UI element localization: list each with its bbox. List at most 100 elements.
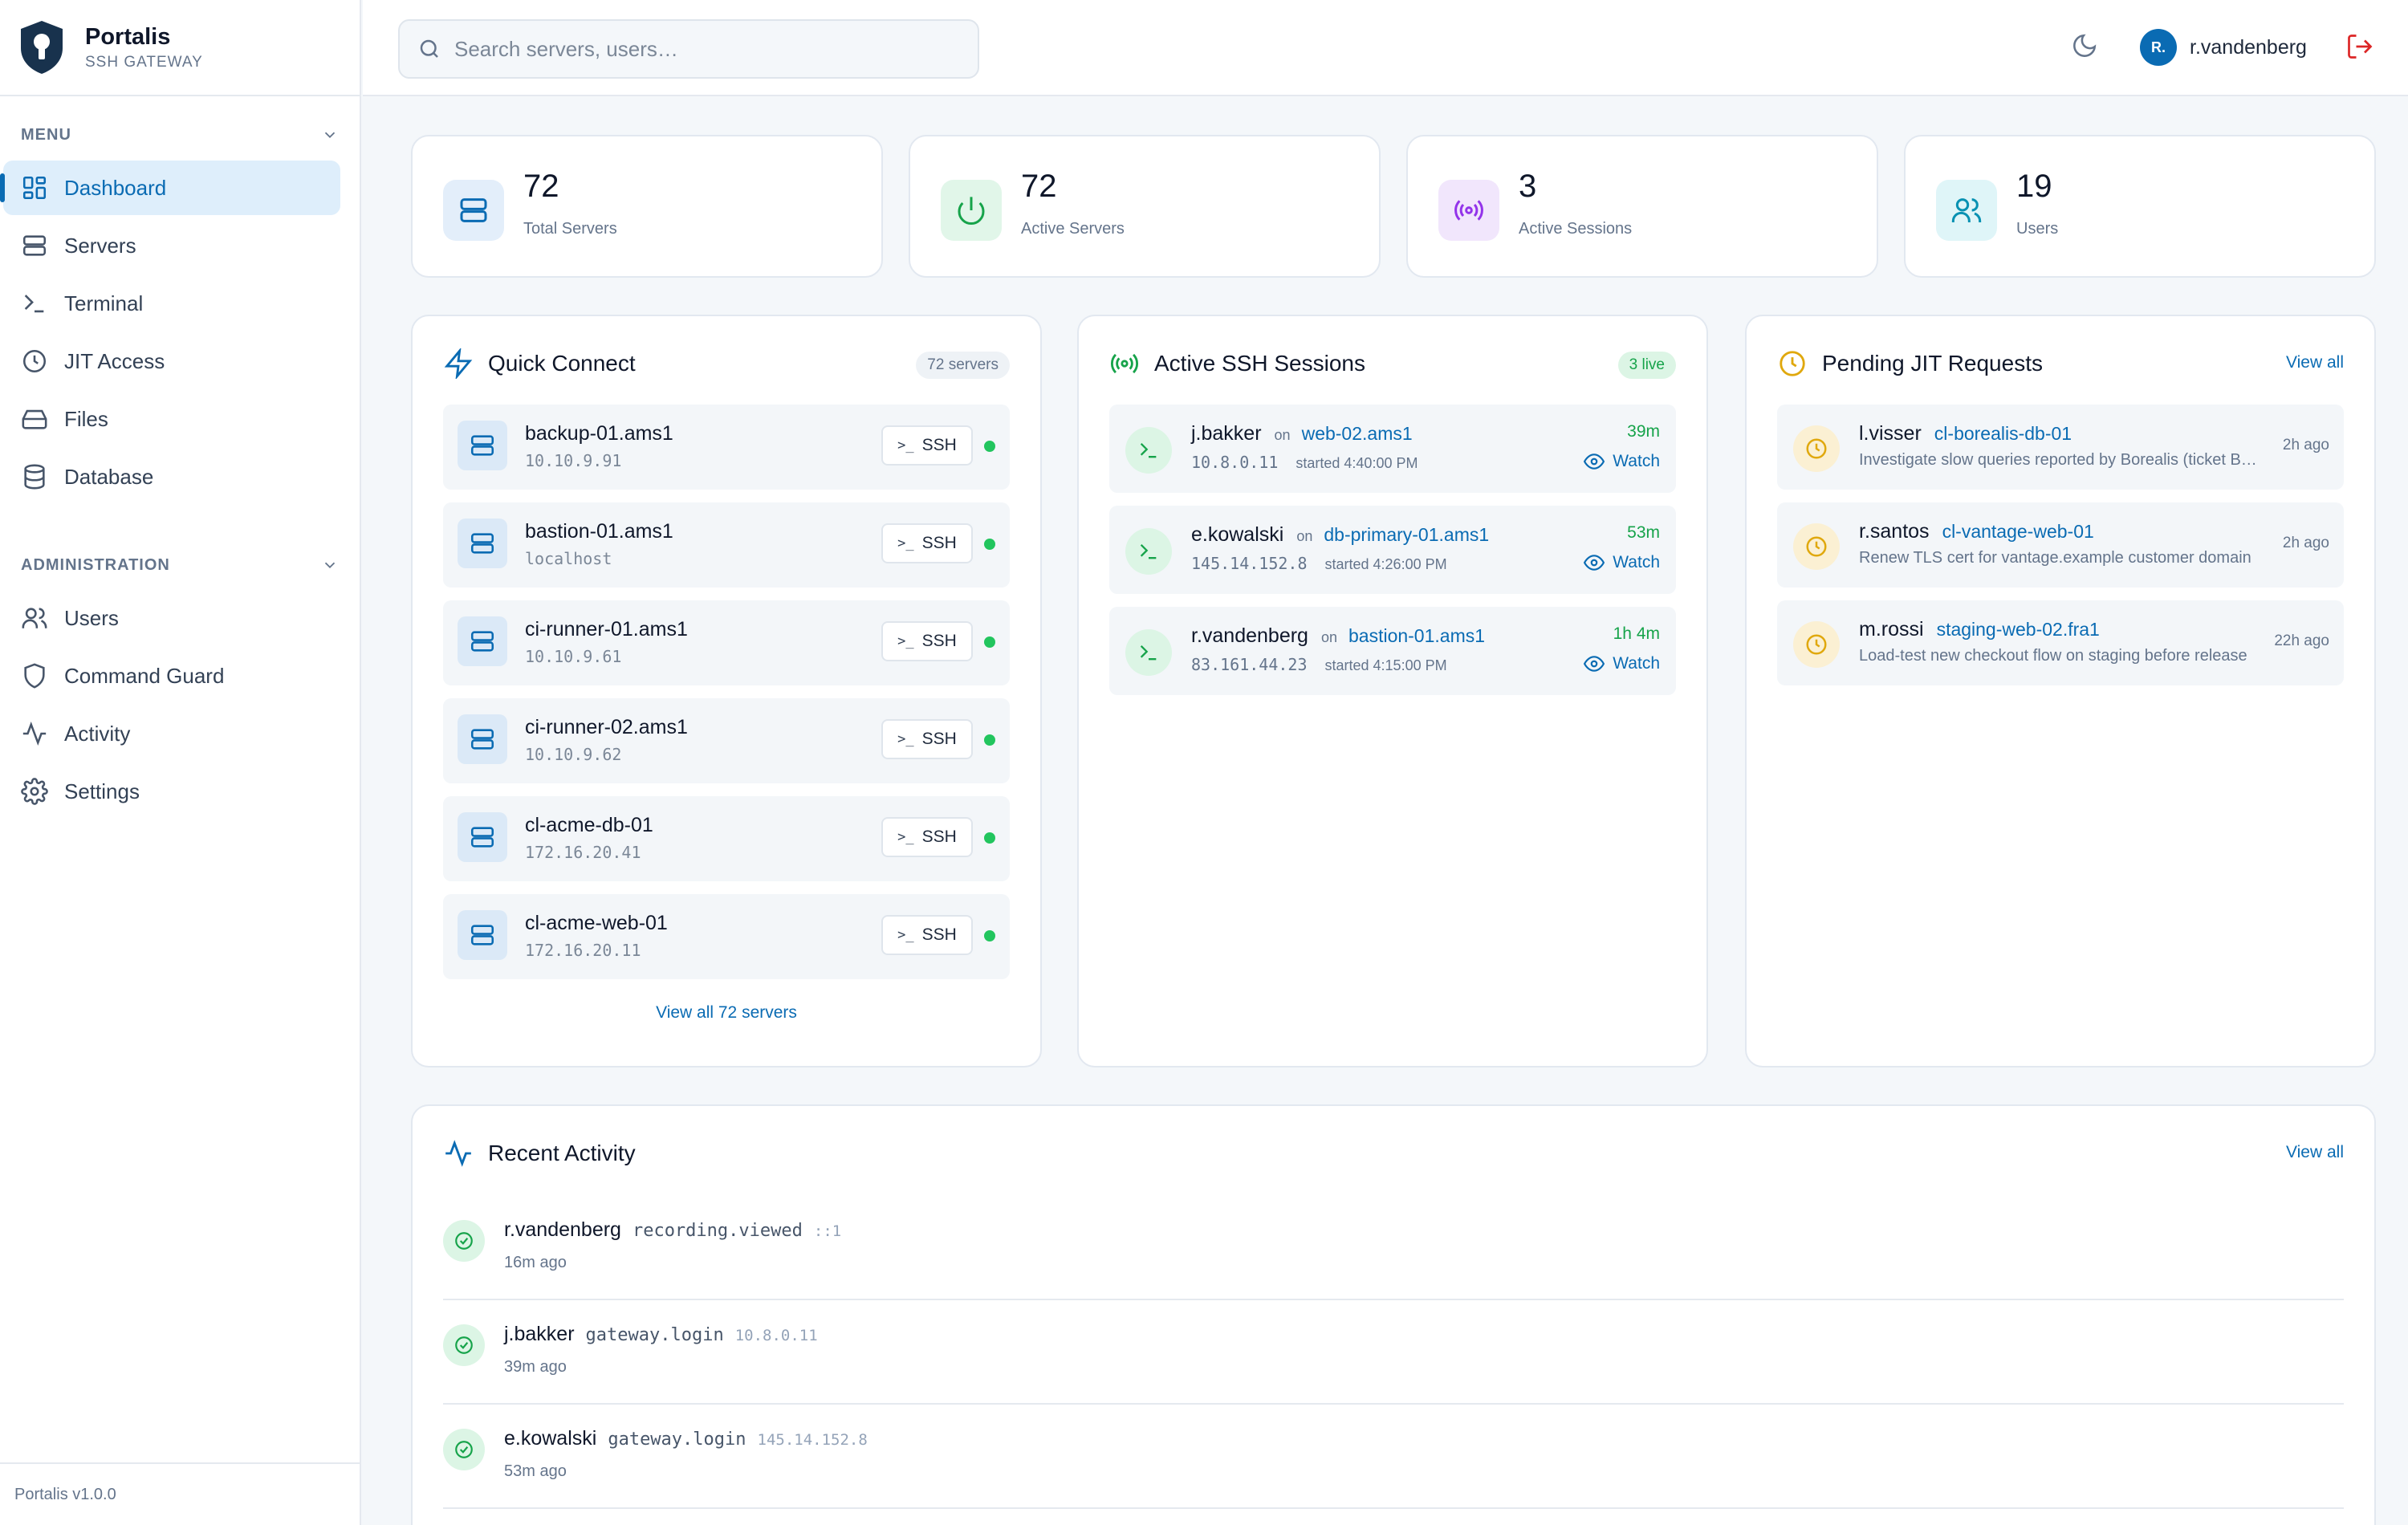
- sidebar-item-users[interactable]: Users: [3, 591, 340, 645]
- theme-toggle-button[interactable]: [2071, 32, 2103, 64]
- session-row[interactable]: r.vandenberg on bastion-01.ams1 83.161.44.…: [1109, 607, 1676, 695]
- watch-button[interactable]: Watch: [1584, 552, 1660, 573]
- activity-line: e.kowalski gateway.login 145.14.152.8: [504, 1427, 868, 1450]
- server-row[interactable]: ci-runner-01.ams1 10.10.9.61 >_ SSH: [443, 600, 1010, 685]
- server-ip: 172.16.20.11: [525, 941, 641, 960]
- view-all-servers-link[interactable]: View all 72 servers: [413, 1003, 1040, 1023]
- activity-ip: 10.8.0.11: [734, 1327, 818, 1344]
- ssh-button[interactable]: >_ SSH: [881, 915, 973, 955]
- activity-time: 53m ago: [504, 1462, 567, 1480]
- ssh-button[interactable]: >_ SSH: [881, 523, 973, 563]
- activity-icon: [22, 722, 47, 746]
- chevron-down-icon: [324, 562, 336, 569]
- menu-section-toggle[interactable]: MENU: [0, 119, 360, 151]
- server-row[interactable]: cl-acme-web-01 172.16.20.11 >_ SSH: [443, 894, 1010, 979]
- session-row[interactable]: j.bakker on web-02.ams1 10.8.0.11 started 4…: [1109, 405, 1676, 493]
- server-row[interactable]: ci-runner-02.ams1 10.10.9.62 >_ SSH: [443, 698, 1010, 783]
- session-host-link[interactable]: bastion-01.ams1: [1348, 625, 1485, 646]
- session-icon-bg: [1125, 427, 1172, 474]
- admin-section-toggle[interactable]: ADMINISTRATION: [0, 549, 360, 581]
- session-row[interactable]: e.kowalski on db-primary-01.ams1 145.14.15…: [1109, 506, 1676, 594]
- clock-icon: [1806, 536, 1827, 557]
- sidebar-item-activity[interactable]: Activity: [3, 706, 340, 761]
- ssh-label: SSH: [921, 828, 957, 846]
- panel-title-text: Recent Activity: [488, 1141, 636, 1165]
- server-name: bastion-01.ams1: [525, 520, 673, 543]
- quick-connect-panel: Quick Connect 72 servers backup-01.ams1 …: [411, 315, 1042, 1068]
- panel-title: Pending JIT Requests: [1777, 348, 2043, 379]
- session-host-link[interactable]: web-02.ams1: [1302, 423, 1413, 444]
- session-user: e.kowalski: [1191, 523, 1284, 546]
- online-status-dot: [984, 636, 995, 648]
- online-status-dot: [984, 734, 995, 746]
- jit-request-row[interactable]: r.santos cl-vantage-web-01 Renew TLS cert…: [1777, 502, 2344, 588]
- server-row[interactable]: backup-01.ams1 10.10.9.91 >_ SSH: [443, 405, 1010, 490]
- server-row[interactable]: cl-acme-db-01 172.16.20.41 >_ SSH: [443, 796, 1010, 881]
- ssh-label: SSH: [921, 925, 957, 944]
- pending-jit-panel: Pending JIT Requests View all l.visser cl…: [1745, 315, 2376, 1068]
- search-input[interactable]: [454, 36, 936, 62]
- stat-icon-bg: [1438, 180, 1499, 241]
- jit-request-row[interactable]: m.rossi staging-web-02.fra1 Load-test new…: [1777, 600, 2344, 685]
- jit-user: l.visser: [1859, 422, 1922, 445]
- broadcast-icon: [1110, 353, 1139, 374]
- stat-card-total-servers[interactable]: 72 Total Servers: [411, 135, 883, 278]
- jit-user: r.santos: [1859, 520, 1930, 543]
- brand-subtitle: SSH GATEWAY: [85, 53, 203, 71]
- jit-host-link[interactable]: staging-web-02.fra1: [1937, 619, 2100, 640]
- ssh-label: SSH: [921, 730, 957, 748]
- sidebar-item-command-guard[interactable]: Command Guard: [3, 649, 340, 703]
- user-menu[interactable]: R. r.vandenberg: [2140, 29, 2307, 66]
- stat-card-active-servers[interactable]: 72 Active Servers: [909, 135, 1381, 278]
- server-icon: [470, 729, 494, 750]
- sidebar-item-files[interactable]: Files: [3, 392, 340, 446]
- clock-icon: [1806, 438, 1827, 459]
- stat-card-users[interactable]: 19 Users: [1904, 135, 2376, 278]
- jit-request-row[interactable]: l.visser cl-borealis-db-01 Investigate sl…: [1777, 405, 2344, 490]
- top-bar: R. r.vandenberg: [363, 0, 2408, 96]
- session-host-link[interactable]: db-primary-01.ams1: [1324, 524, 1489, 545]
- sidebar: Portalis SSH GATEWAY MENU Dashboard Serv…: [0, 0, 361, 1525]
- session-ip: 145.14.152.8: [1191, 554, 1308, 573]
- activity-view-all-link[interactable]: View all: [2286, 1143, 2344, 1162]
- activity-item[interactable]: e.kowalski gateway.login 145.14.152.8 53…: [443, 1405, 2344, 1509]
- check-circle-icon: [455, 1336, 473, 1354]
- ssh-button[interactable]: >_ SSH: [881, 621, 973, 661]
- watch-button[interactable]: Watch: [1584, 653, 1660, 674]
- stat-label: Users: [2016, 220, 2059, 238]
- brand[interactable]: Portalis SSH GATEWAY: [0, 0, 360, 96]
- sidebar-item-jit-access[interactable]: JIT Access: [3, 334, 340, 388]
- active-sessions-panel: Active SSH Sessions 3 live j.bakker on web…: [1077, 315, 1708, 1068]
- session-icon-bg: [1125, 629, 1172, 676]
- jit-reason: Load-test new checkout flow on staging b…: [1859, 647, 2247, 665]
- activity-status-bg: [443, 1324, 485, 1366]
- terminal-prompt-icon: >_: [897, 437, 914, 453]
- logout-button[interactable]: [2345, 32, 2374, 61]
- ssh-button[interactable]: >_ SSH: [881, 817, 973, 857]
- database-icon: [24, 464, 45, 490]
- ssh-label: SSH: [921, 632, 957, 650]
- jit-host-link[interactable]: cl-vantage-web-01: [1942, 521, 2094, 542]
- activity-item[interactable]: j.bakker gateway.login 10.8.0.11 39m ago: [443, 1300, 2344, 1405]
- watch-button[interactable]: Watch: [1584, 451, 1660, 472]
- sidebar-item-database[interactable]: Database: [3, 449, 340, 504]
- activity-item[interactable]: r.vandenberg recording.viewed ::1 16m ag…: [443, 1196, 2344, 1300]
- sidebar-item-terminal[interactable]: Terminal: [3, 276, 340, 331]
- ssh-button[interactable]: >_ SSH: [881, 719, 973, 759]
- server-row[interactable]: bastion-01.ams1 localhost >_ SSH: [443, 502, 1010, 588]
- session-meta: 10.8.0.11 started 4:40:00 PM: [1191, 453, 1418, 473]
- jit-time: 2h ago: [2282, 437, 2329, 453]
- sidebar-item-servers[interactable]: Servers: [3, 218, 340, 273]
- session-icon-bg: [1125, 528, 1172, 575]
- admin-section-label: ADMINISTRATION: [21, 555, 170, 574]
- server-icon: [470, 435, 494, 456]
- sidebar-item-settings[interactable]: Settings: [3, 764, 340, 819]
- jit-view-all-link[interactable]: View all: [2286, 353, 2344, 372]
- jit-host-link[interactable]: cl-borealis-db-01: [1934, 423, 2072, 444]
- ssh-button[interactable]: >_ SSH: [881, 425, 973, 466]
- online-status-dot: [984, 441, 995, 452]
- search-box[interactable]: [398, 19, 979, 79]
- stat-card-active-sessions[interactable]: 3 Active Sessions: [1406, 135, 1878, 278]
- sidebar-item-dashboard[interactable]: Dashboard: [0, 161, 340, 215]
- watch-label: Watch: [1613, 452, 1660, 470]
